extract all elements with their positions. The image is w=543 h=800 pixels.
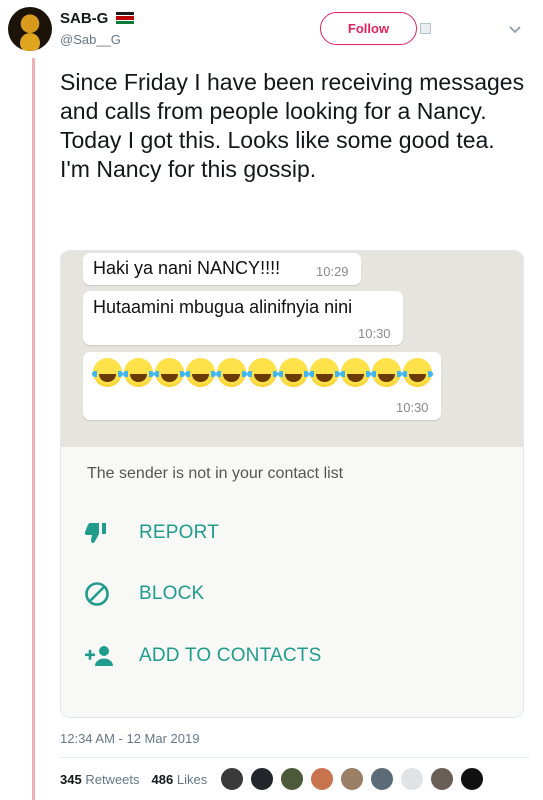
display-name[interactable]: SAB-G [60,10,108,27]
tears-of-joy-emoji-icon [309,358,340,387]
liker-avatar[interactable] [280,767,304,791]
tears-of-joy-emoji-icon [402,358,433,387]
follow-button[interactable]: Follow [320,12,417,45]
message-time: 10:30 [396,400,429,415]
retweets-label: Retweets [85,772,140,787]
liker-avatar[interactable] [370,767,394,791]
tears-of-joy-emoji-icon [340,358,371,387]
message-time: 10:29 [316,264,349,279]
tweet-text: Since Friday I have been receiving messa… [60,69,525,182]
tears-of-joy-emoji-icon [92,358,123,387]
report-button[interactable]: REPORT [83,517,219,549]
tweet-stats: 345 Retweets 486 Likes [60,772,207,787]
tears-of-joy-emoji-icon [371,358,402,387]
message-bubble: 10:30 [83,352,441,420]
block-label: BLOCK [139,583,205,604]
tweet-timestamp[interactable]: 12:34 AM - 12 Mar 2019 [60,731,199,746]
add-to-contacts-label: ADD TO CONTACTS [139,645,322,666]
message-text: Haki ya nani NANCY!!!! [93,258,281,278]
divider [60,757,530,758]
likes-label: Likes [176,772,208,787]
tears-of-joy-emoji-icon [185,358,216,387]
user-handle[interactable]: @Sab__G [60,32,121,47]
avatar[interactable] [8,7,52,51]
block-icon [83,580,117,608]
add-person-icon [83,642,117,670]
block-button[interactable]: BLOCK [83,578,204,610]
tears-of-joy-emoji-icon [123,358,154,387]
chevron-down-icon[interactable] [508,22,522,36]
liker-avatar[interactable] [310,767,334,791]
tweet-image[interactable]: Haki ya nani NANCY!!!! 10:29 Hutaamini m… [60,250,524,718]
liker-avatar[interactable] [340,767,364,791]
likes-stat[interactable]: 486 Likes [152,772,208,787]
tweet-header: SAB-G @Sab__G Follow [0,0,543,60]
liker-avatar[interactable] [400,767,424,791]
report-label: REPORT [139,522,220,543]
unknown-sender-panel: The sender is not in your contact list R… [61,447,523,717]
liker-avatar[interactable] [220,767,244,791]
retweets-count: 345 [60,772,82,787]
dm-icon[interactable] [420,23,431,34]
likes-count: 486 [151,772,174,787]
thread-line [32,58,35,800]
emoji-row [92,358,433,387]
tears-of-joy-emoji-icon [247,358,278,387]
tears-of-joy-emoji-icon [216,358,247,387]
retweets-stat[interactable]: 345 Retweets [60,772,140,787]
message-time: 10:30 [358,326,391,341]
message-bubble: Hutaamini mbugua alinifnyia nini 10:30 [83,291,403,345]
tears-of-joy-emoji-icon [154,358,185,387]
sender-notice: The sender is not in your contact list [87,465,344,482]
message-text: Hutaamini mbugua alinifnyia nini [93,297,353,317]
liker-avatar[interactable] [250,767,274,791]
tears-of-joy-emoji-icon [278,358,309,387]
add-to-contacts-button[interactable]: ADD TO CONTACTS [83,640,321,672]
thumbs-down-icon [83,519,117,547]
likers-avatars [220,767,484,791]
liker-avatar[interactable] [460,767,484,791]
kenya-flag-icon [116,12,134,24]
message-bubble: Haki ya nani NANCY!!!! 10:29 [83,253,361,285]
chat-background: Haki ya nani NANCY!!!! 10:29 Hutaamini m… [61,251,523,447]
liker-avatar[interactable] [430,767,454,791]
